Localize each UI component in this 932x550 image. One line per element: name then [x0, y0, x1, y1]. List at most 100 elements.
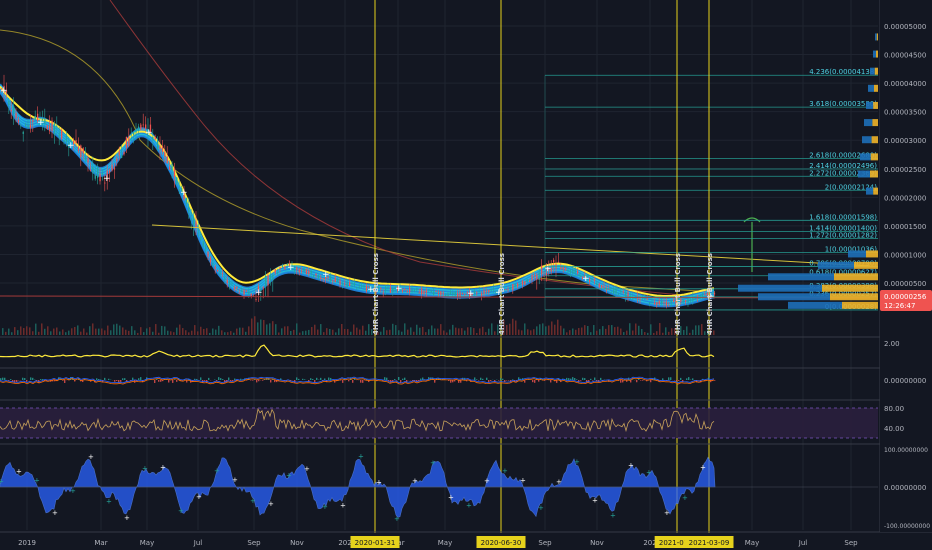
macd-histogram-bar — [124, 378, 126, 380]
macd-histogram-bar — [132, 377, 134, 380]
volume-bar — [581, 327, 583, 335]
volume-profile-bar — [873, 101, 878, 109]
macd-histogram-bar — [352, 380, 354, 383]
oscillator-signal-marker: + — [502, 467, 508, 475]
volume-bar — [662, 332, 664, 335]
price-axis-label: 0.00004500 — [884, 52, 926, 60]
candle-body — [29, 124, 32, 129]
volume-bar — [248, 326, 250, 335]
volume-bar — [170, 331, 172, 335]
volume-bar — [341, 323, 343, 335]
candle-body — [166, 156, 168, 164]
macd-histogram-bar — [676, 380, 678, 382]
candle-body — [356, 287, 358, 289]
oscillator-signal-marker: + — [286, 471, 292, 479]
volume-bar — [683, 329, 685, 335]
volume-profile-bar — [862, 136, 872, 144]
volume-bar — [56, 327, 58, 335]
volume-profile-bar — [834, 273, 878, 281]
candle-body — [296, 267, 298, 270]
volume-bar — [329, 328, 331, 335]
oscillator-signal-marker: + — [628, 461, 634, 469]
volume-bar — [257, 322, 259, 335]
candle-body — [457, 293, 459, 297]
volume-bar — [188, 332, 190, 335]
volume-bar — [143, 332, 145, 335]
time-axis[interactable]: 2019MarMayJulSepNov202MarMaySepNov202May… — [0, 533, 880, 550]
volume-bar — [251, 318, 253, 335]
volume-bar — [632, 330, 634, 335]
candle-body — [169, 166, 171, 170]
candle-body — [593, 279, 596, 282]
candle-body — [236, 286, 238, 289]
candle-body — [483, 290, 485, 294]
candle-body — [111, 164, 113, 171]
volume-bar — [554, 324, 556, 335]
candle-body — [13, 106, 15, 114]
candle-body — [385, 287, 387, 292]
indicator-pane-rsi[interactable] — [0, 407, 878, 439]
tradingview-chart[interactable]: ++++++++++++++++ 4.236(0.00004138)3.618(… — [0, 0, 932, 550]
candle-body — [188, 206, 190, 213]
volume-bar — [551, 321, 553, 335]
volume-bar — [557, 319, 559, 335]
volume-bar — [461, 328, 463, 335]
volume-bar — [638, 325, 640, 335]
volume-bar — [140, 327, 142, 335]
macd-histogram-bar — [632, 379, 634, 380]
volume-bar — [92, 323, 94, 335]
cross-marker: + — [103, 174, 111, 184]
volume-bar — [641, 329, 643, 335]
oscillator-signal-marker: + — [376, 478, 382, 486]
volume-bar — [665, 327, 667, 335]
volume-bar — [47, 326, 49, 335]
macd-histogram-bar — [498, 380, 500, 381]
candle-body — [245, 290, 248, 292]
candle-body — [238, 292, 240, 294]
time-axis-label: May — [140, 539, 154, 547]
volume-bar — [380, 331, 382, 335]
time-axis-label: Mar — [94, 539, 107, 547]
volume-bar — [533, 329, 535, 335]
candle-body — [49, 126, 51, 132]
volume-bar — [158, 332, 160, 335]
time-axis-label: 2019 — [18, 539, 36, 547]
candle-body — [140, 124, 142, 130]
volume-bar — [566, 332, 568, 335]
volume-bar — [368, 324, 370, 335]
volume-bar — [647, 332, 649, 335]
macd-histogram-bar — [686, 378, 688, 380]
price-axis[interactable]: 0.00005000 0.00004500 0.00004000 0.00003500… — [880, 0, 932, 532]
volume-profile-bar — [868, 84, 874, 92]
candle-body — [529, 280, 531, 282]
marker-label: 4HR Chart Bull Cross — [498, 253, 506, 335]
candle-body — [248, 291, 250, 295]
candle-body — [485, 290, 488, 292]
candle-body — [519, 284, 521, 286]
candle-body — [200, 237, 202, 240]
candle-body — [569, 269, 572, 273]
candle-body — [382, 292, 384, 294]
macd-histogram-bar — [574, 378, 576, 380]
volume-bar — [602, 326, 604, 335]
candle-body — [421, 288, 423, 295]
candle-body — [219, 271, 221, 276]
candle-body — [625, 292, 627, 298]
volume-bar — [146, 328, 148, 335]
candle-body — [61, 129, 63, 139]
time-axis-label: Nov — [290, 539, 304, 547]
volume-bar — [470, 327, 472, 335]
volume-bar — [17, 330, 19, 335]
osc-axis-label: -100.00000000 — [884, 523, 930, 530]
volume-bar — [44, 328, 46, 335]
volume-bar — [83, 328, 85, 335]
candle-body — [334, 277, 336, 283]
candle-body — [207, 251, 209, 257]
candle-body — [428, 289, 430, 291]
candle-body — [209, 257, 212, 263]
volume-bar — [110, 330, 112, 335]
volume-profile-bar — [875, 33, 877, 41]
volume-bar — [668, 331, 670, 335]
candle-body — [361, 286, 363, 287]
oscillator-signal-marker: + — [664, 509, 670, 517]
